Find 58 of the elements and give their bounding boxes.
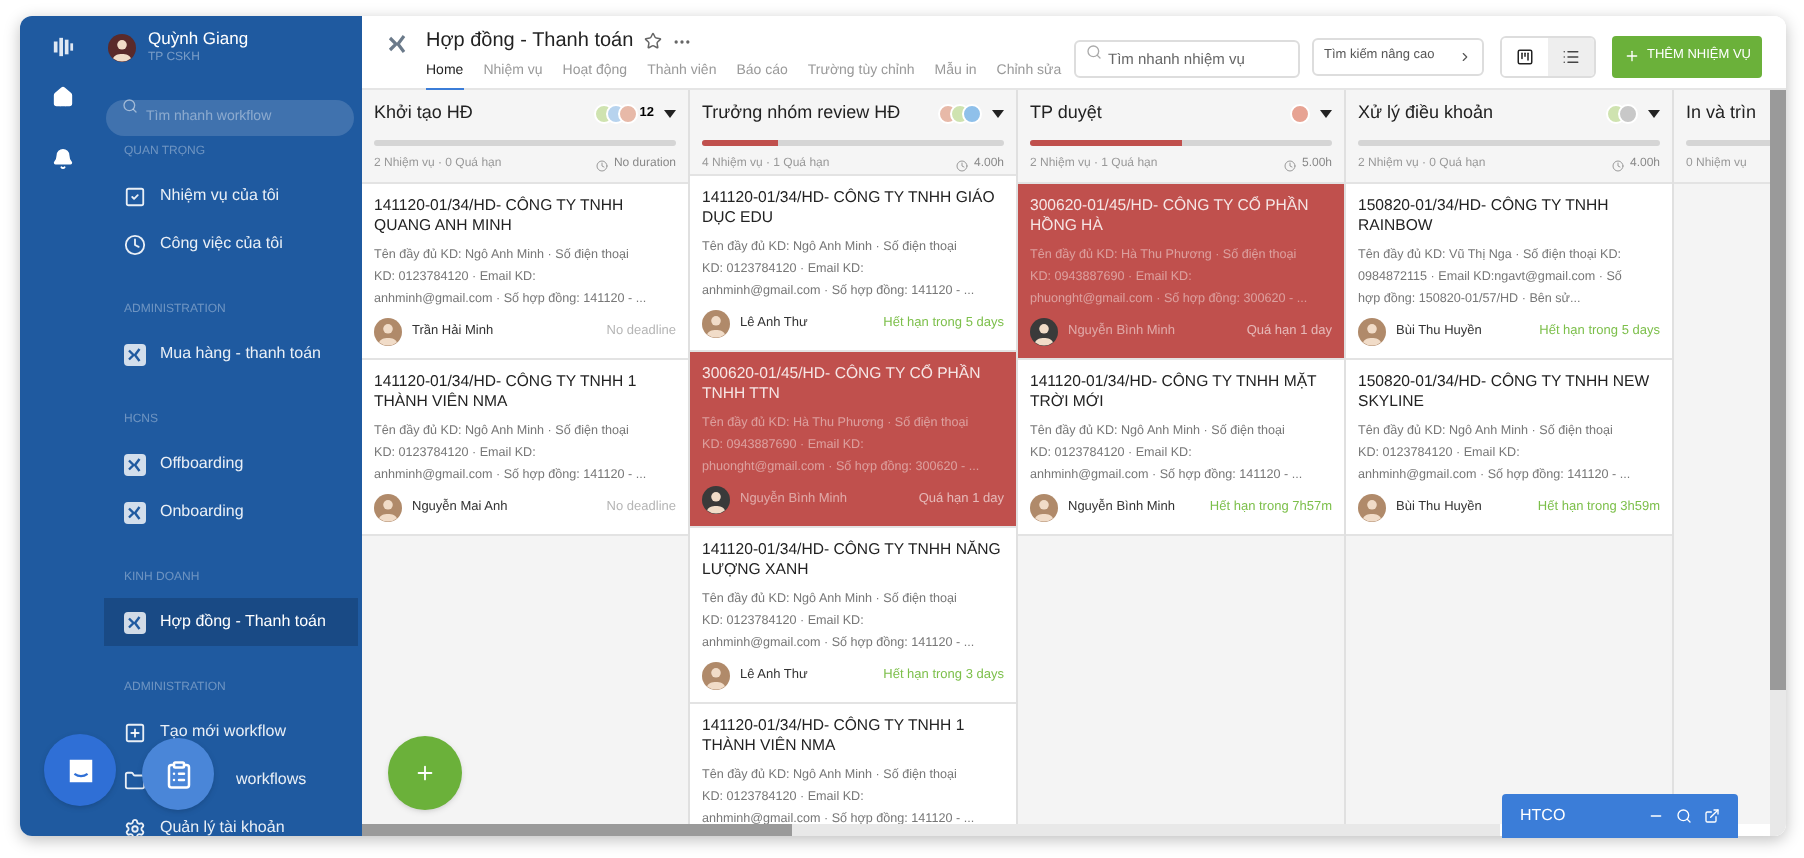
caret-icon[interactable] (664, 110, 676, 118)
add-icon (124, 721, 146, 743)
sidebar-item[interactable]: Hợp đồng - Thanh toán (104, 598, 358, 646)
assignee-avatar (1030, 318, 1058, 346)
board-title: Hợp đồng - Thanh toán (426, 28, 634, 56)
sidebar-item[interactable]: Công việc của tôi (124, 232, 283, 256)
plus-icon (1623, 48, 1639, 64)
sidebar-item[interactable]: Offboarding (124, 452, 244, 476)
settings-icon (124, 817, 146, 836)
user-name: Quỳnh Giang (148, 28, 249, 50)
board-icon (1516, 47, 1534, 65)
assignee-avatar (1030, 494, 1058, 522)
caret-icon[interactable] (1648, 110, 1660, 118)
popout-icon[interactable] (1704, 808, 1720, 824)
caret-icon[interactable] (1320, 110, 1332, 118)
chat-title: HTCO (1520, 804, 1566, 828)
column-title: TP duyệt (1030, 100, 1102, 127)
list-view-button[interactable] (1548, 37, 1594, 75)
clipboard-icon (163, 759, 193, 789)
clock-icon (595, 159, 608, 171)
search-icon[interactable] (1676, 808, 1692, 824)
chevron-icon (1458, 49, 1472, 63)
chat-icon (65, 755, 95, 785)
plus-icon (414, 762, 436, 784)
horizontal-scrollbar[interactable] (362, 824, 1500, 836)
bell-icon[interactable] (51, 148, 73, 170)
search-icon (1086, 43, 1102, 59)
sidebar-item[interactable]: workflows (236, 768, 307, 792)
assignee-avatar (374, 494, 402, 522)
sidebar-item[interactable]: Onboarding (124, 500, 244, 524)
assignee-avatar (1358, 318, 1386, 346)
sidebar-item[interactable]: Mua hàng - thanh toán (124, 342, 322, 366)
assignee-avatar (702, 486, 730, 514)
sidebar-item[interactable]: Quản lý tài khoản (124, 816, 285, 836)
clock-icon (1283, 159, 1296, 171)
vertical-scrollbar[interactable] (1770, 90, 1786, 836)
column-title: Trưởng nhóm review HĐ (702, 100, 901, 127)
assignee-avatar (702, 662, 730, 690)
user-avatar (108, 34, 136, 62)
sidebar-item[interactable]: Nhiệm vụ của tôi (124, 184, 280, 208)
clock-icon (955, 159, 968, 171)
checkbox-icon (124, 185, 146, 207)
column-title: Xử lý điều khoản (1358, 100, 1494, 127)
caret-icon[interactable] (992, 110, 1004, 118)
clock-icon (124, 233, 146, 255)
chat-bar[interactable]: HTCO (1502, 794, 1738, 838)
assignee-avatar (702, 310, 730, 338)
logo-icon[interactable] (51, 36, 73, 58)
column-title: Khởi tạo HĐ (374, 100, 473, 127)
clock-icon (1611, 159, 1624, 171)
list-icon (1562, 47, 1580, 65)
search-icon (122, 98, 138, 114)
sidebar-item[interactable]: Tạo mới workflow (124, 720, 287, 744)
home-icon[interactable] (51, 86, 73, 108)
assignee-avatar (374, 318, 402, 346)
assignee-avatar (1358, 494, 1386, 522)
column-title: In và trìn (1686, 100, 1757, 127)
star-icon[interactable] (643, 32, 662, 50)
